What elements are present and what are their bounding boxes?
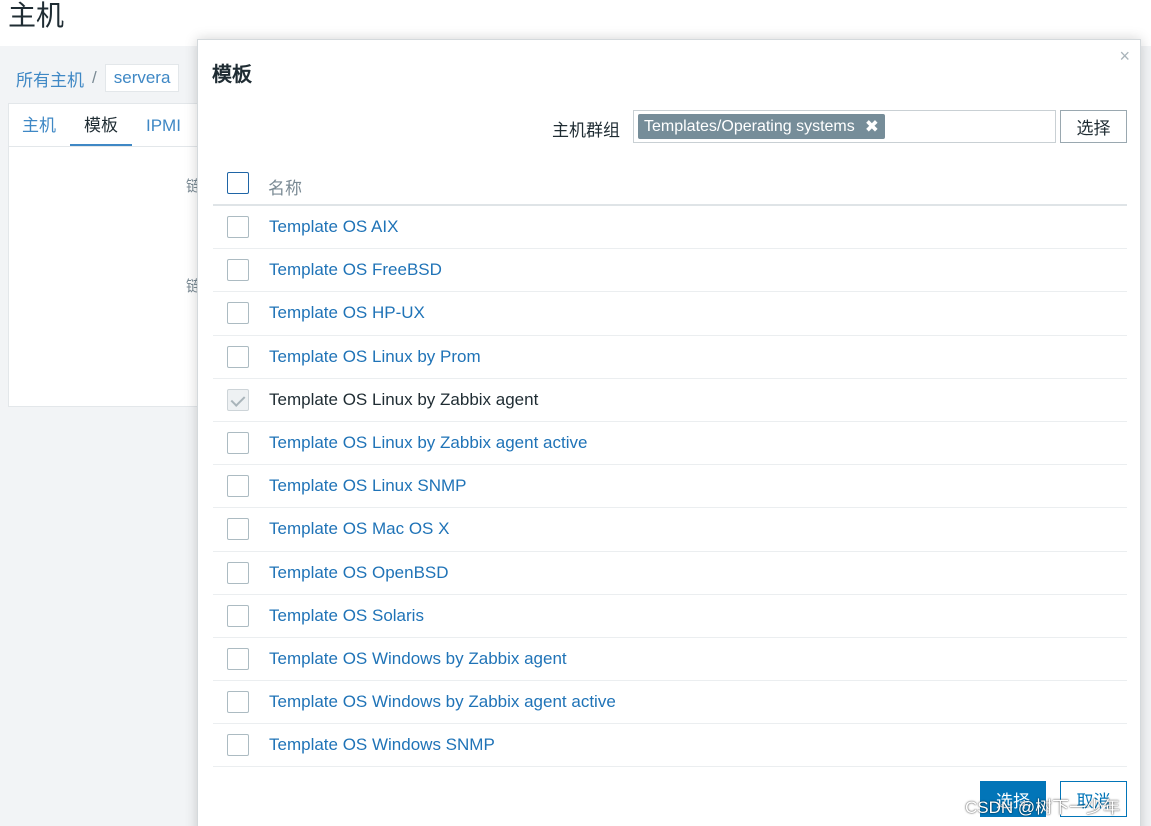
- page: 主机 所有主机 / servera 已 主机 模板 IPMI 链 链 模板 × …: [0, 0, 1151, 826]
- template-name-link[interactable]: Template OS Mac OS X: [269, 519, 449, 539]
- row-checkbox[interactable]: [227, 691, 249, 714]
- table-row: Template OS Linux by Zabbix agent active: [213, 422, 1127, 466]
- breadcrumb-all-hosts[interactable]: 所有主机: [16, 66, 84, 91]
- row-checkbox[interactable]: [227, 302, 249, 325]
- modal-title: 模板: [212, 64, 252, 86]
- template-name-link[interactable]: Template OS OpenBSD: [269, 563, 449, 583]
- template-name-link: Template OS Linux by Zabbix agent: [269, 389, 539, 409]
- row-checkbox[interactable]: [227, 647, 249, 670]
- host-tabs: 主机 模板 IPMI: [8, 104, 195, 147]
- tab-ipmi[interactable]: IPMI: [132, 116, 195, 147]
- host-group-tag-label: Templates/Operating systems: [644, 117, 855, 135]
- template-name-link[interactable]: Template OS Windows SNMP: [269, 735, 495, 755]
- column-header-name: 名称: [268, 179, 302, 198]
- table-row: Template OS AIX: [213, 206, 1127, 250]
- template-name-link[interactable]: Template OS HP-UX: [269, 303, 425, 323]
- row-checkbox[interactable]: [227, 431, 249, 454]
- breadcrumb: 所有主机 / servera 已: [16, 64, 214, 92]
- row-checkbox[interactable]: [227, 345, 249, 368]
- row-checkbox[interactable]: [227, 734, 249, 757]
- row-checkbox[interactable]: [227, 216, 249, 238]
- host-group-label: 主机群组: [552, 121, 620, 140]
- template-name-link[interactable]: Template OS Linux SNMP: [269, 476, 466, 496]
- row-checkbox[interactable]: [227, 604, 249, 627]
- row-checkbox[interactable]: [227, 561, 249, 584]
- tab-host[interactable]: 主机: [8, 111, 70, 147]
- row-checkbox: [227, 388, 249, 411]
- template-name-link[interactable]: Template OS Linux by Prom: [269, 347, 481, 367]
- tab-divider: [8, 146, 208, 147]
- template-name-link[interactable]: Template OS Solaris: [269, 606, 424, 626]
- watermark: CSDN @树下一少年: [965, 798, 1121, 817]
- table-row: Template OS HP-UX: [213, 292, 1127, 336]
- row-checkbox[interactable]: [227, 518, 249, 541]
- table-row: Template OS Linux by Prom: [213, 336, 1127, 379]
- table-row: Template OS Windows by Zabbix agent: [213, 638, 1127, 682]
- close-icon[interactable]: ×: [1119, 46, 1130, 67]
- templates-modal: 模板 × 主机群组 Templates/Operating systems ✖ …: [197, 39, 1141, 826]
- template-name-link[interactable]: Template OS FreeBSD: [269, 260, 442, 280]
- table-row: Template OS Windows SNMP: [213, 724, 1127, 768]
- host-group-select-button[interactable]: 选择: [1060, 110, 1127, 143]
- template-name-link[interactable]: Template OS Windows by Zabbix agent: [269, 649, 567, 669]
- table-row: Template OS Mac OS X: [213, 508, 1127, 552]
- row-checkbox[interactable]: [227, 259, 249, 282]
- select-all-checkbox[interactable]: [227, 172, 249, 194]
- host-form-card: [8, 103, 208, 407]
- table-body: Template OS AIX Template OS FreeBSD Templa…: [213, 206, 1127, 768]
- templates-table: 名称 Template OS AIX Template OS FreeBSD Tem…: [213, 163, 1127, 768]
- table-row: Template OS Linux by Zabbix agent: [213, 379, 1127, 422]
- row-checkbox[interactable]: [227, 475, 249, 498]
- page-title: 主机: [8, 0, 65, 31]
- table-row: Template OS FreeBSD: [213, 249, 1127, 293]
- tab-templates[interactable]: 模板: [70, 111, 132, 147]
- host-group-multiselect[interactable]: Templates/Operating systems ✖: [633, 110, 1056, 143]
- table-row: Template OS Solaris: [213, 595, 1127, 638]
- table-row: Template OS OpenBSD: [213, 552, 1127, 595]
- template-name-link[interactable]: Template OS Linux by Zabbix agent active: [269, 433, 587, 453]
- template-name-link[interactable]: Template OS Windows by Zabbix agent acti…: [269, 692, 616, 712]
- template-name-link[interactable]: Template OS AIX: [269, 217, 398, 237]
- host-group-tag: Templates/Operating systems ✖: [638, 114, 885, 139]
- breadcrumb-separator: /: [92, 68, 97, 87]
- remove-tag-icon[interactable]: ✖: [865, 117, 879, 137]
- table-row: Template OS Windows by Zabbix agent acti…: [213, 681, 1127, 725]
- breadcrumb-host[interactable]: servera: [104, 64, 180, 92]
- table-header: 名称: [213, 163, 1127, 206]
- table-row: Template OS Linux SNMP: [213, 465, 1127, 509]
